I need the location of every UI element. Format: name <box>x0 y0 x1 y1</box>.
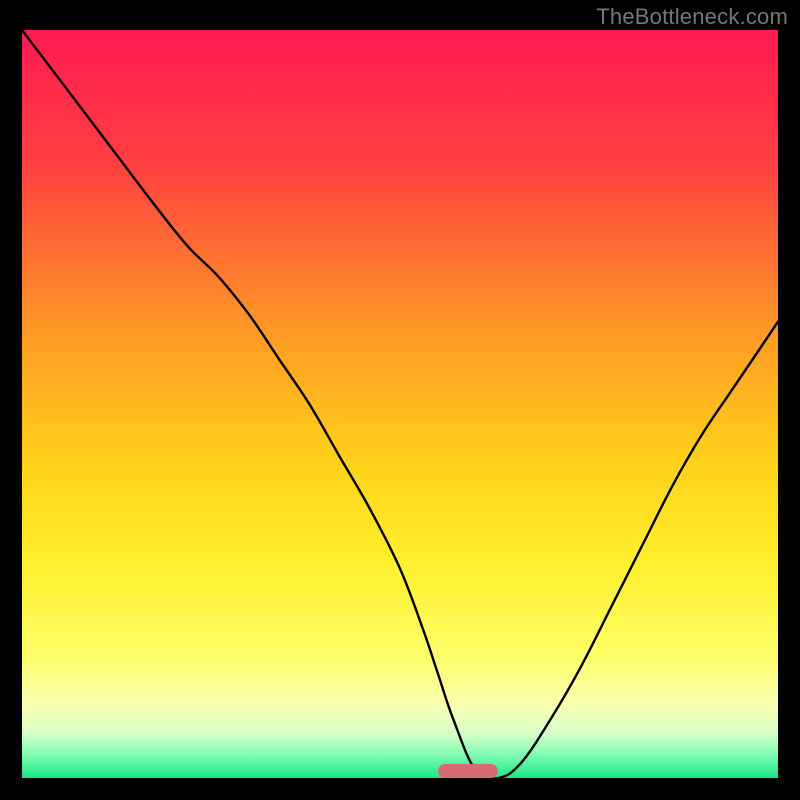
optimal-marker <box>438 764 498 778</box>
plot-area <box>22 30 778 778</box>
chart-frame: TheBottleneck.com <box>0 0 800 800</box>
bottleneck-curve <box>22 30 778 778</box>
watermark-text: TheBottleneck.com <box>596 4 788 30</box>
